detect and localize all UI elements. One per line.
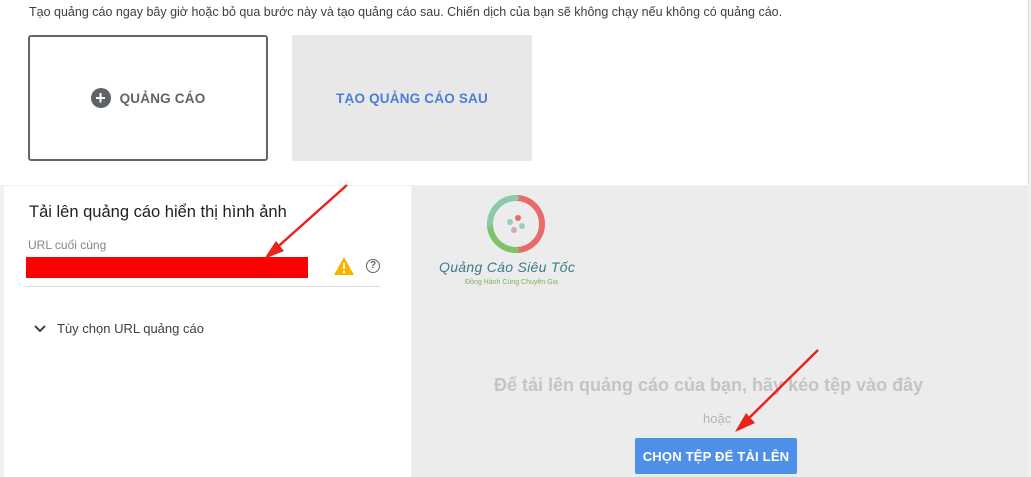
upload-dropzone[interactable]: Quảng Cáo Siêu Tốc Đồng Hành Cùng Chuyên… — [412, 186, 1028, 477]
or-separator: hoặc — [703, 411, 732, 426]
url-options-toggle[interactable]: Tùy chọn URL quảng cáo — [34, 321, 204, 336]
create-later-card[interactable]: TẠO QUẢNG CÁO SAU — [292, 35, 532, 161]
create-later-label: TẠO QUẢNG CÁO SAU — [336, 90, 488, 106]
create-ad-label: QUẢNG CÁO — [119, 90, 206, 106]
plus-circle-icon: + — [90, 88, 111, 108]
instruction-text: Tạo quảng cáo ngay bây giờ hoặc bỏ qua b… — [29, 5, 783, 19]
logo-name: Quảng Cáo Siêu Tốc — [439, 259, 576, 275]
divider — [26, 286, 380, 287]
help-icon[interactable]: ? — [366, 259, 380, 273]
panel-title: Tải lên quảng cáo hiển thị hình ảnh — [29, 203, 287, 221]
upload-form-panel: Tải lên quảng cáo hiển thị hình ảnh URL … — [4, 186, 411, 477]
logo-tagline: Đồng Hành Cùng Chuyên Gia — [465, 279, 559, 286]
final-url-input[interactable] — [26, 257, 308, 278]
watermark-logo: Quảng Cáo Siêu Tốc Đồng Hành Cùng Chuyên… — [439, 192, 599, 286]
logo-icon — [487, 195, 545, 253]
final-url-label: URL cuối cùng — [28, 238, 107, 252]
create-ad-card[interactable]: + QUẢNG CÁO — [28, 35, 268, 161]
ad-creation-options: Tạo quảng cáo ngay bây giờ hoặc bỏ qua b… — [0, 0, 1029, 185]
choose-file-button[interactable]: CHỌN TỆP ĐỂ TẢI LÊN — [635, 438, 797, 474]
chevron-down-icon — [34, 324, 46, 332]
warning-icon — [334, 257, 354, 275]
drop-instruction: Để tải lên quảng cáo của bạn, hãy kéo tệ… — [494, 375, 924, 395]
url-options-label: Tùy chọn URL quảng cáo — [57, 321, 204, 336]
